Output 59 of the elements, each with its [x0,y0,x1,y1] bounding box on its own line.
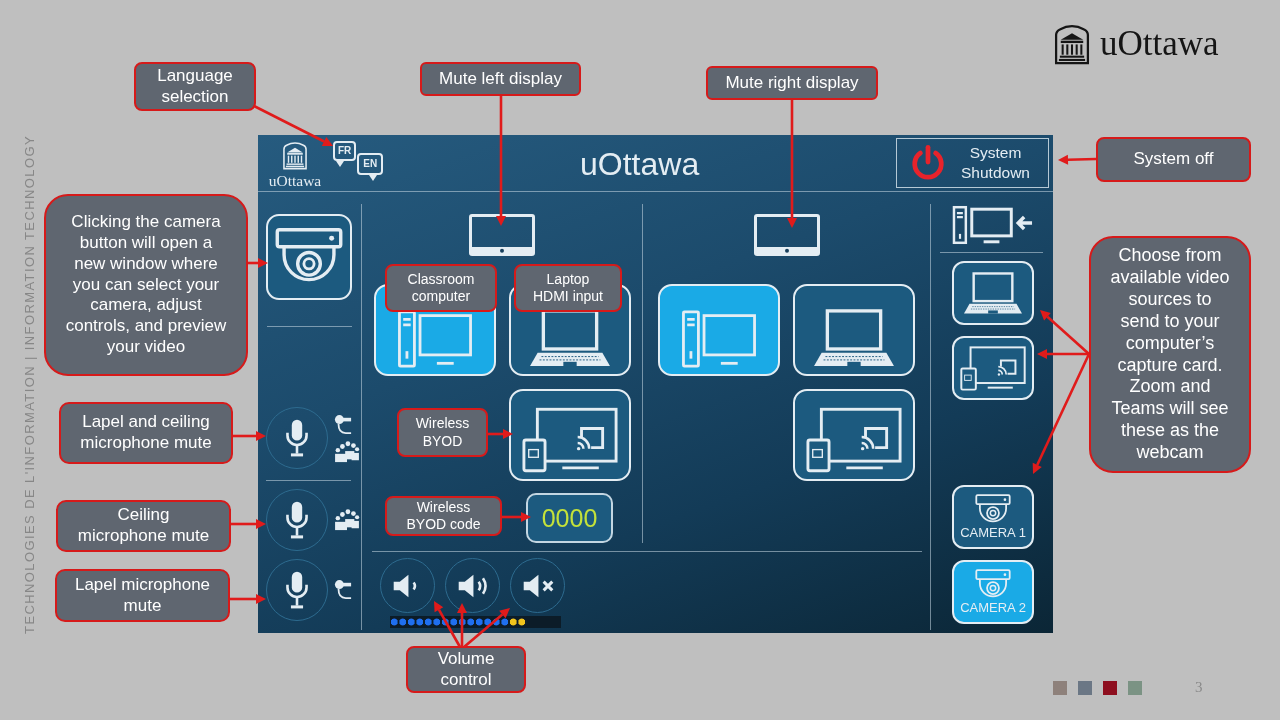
screen-cast-icon [960,345,1026,391]
screen-cast-icon [521,407,618,473]
pointer-arrow [230,594,266,604]
callout: Lapel microphone mute [55,569,230,622]
laptop-button[interactable] [793,284,915,376]
callout: Ceiling microphone mute [56,500,231,552]
pointer-arrow [488,429,513,439]
power-icon [909,144,947,182]
microphone-icon [284,500,310,540]
desktop-computer-icon [396,310,473,368]
camera-button[interactable]: CAMERA 1 [952,485,1034,549]
callout: Laptop HDMI input [514,264,622,312]
audience-icon [334,440,360,463]
laptop-icon [964,271,1022,315]
logo-text: uOttawa [1100,26,1219,61]
callout: Clicking the camera button will open a new window where you can select your camera, adjust controls, and preview your video [44,194,248,376]
callout: Mute right display [706,66,878,100]
pointer-arrow [233,431,266,441]
dome-camera-icon [975,568,1011,600]
shutdown-button[interactable]: System Shutdown [896,138,1049,188]
callout: Mute left display [420,62,581,96]
lapel-microphone-icon [334,579,352,601]
wireless-button[interactable] [952,336,1034,400]
wireless-button[interactable] [508,389,631,481]
callout: Choose from available video sources to send to your computer’s capture card. Zoom and Teams will see these as the webcam [1089,236,1251,473]
logo-text: uOttawa [268,173,322,189]
wireless-button[interactable] [793,389,915,481]
lapel-microphone-icon [334,413,352,436]
callout: Lapel and ceiling microphone mute [59,402,233,464]
callout: Volume control [406,646,526,693]
display-icon [469,214,535,256]
microphone-icon [284,570,310,610]
dome-camera-icon [975,493,1011,525]
desktop-computer-icon [681,310,757,368]
building-logo-icon [282,139,308,172]
microphone-icon [284,418,310,458]
callout: Classroom computer [385,264,497,312]
pointer-arrow [248,258,268,268]
callout: Wireless BYOD [397,408,488,457]
language-button[interactable]: EN [357,153,384,181]
screen-cast-icon [806,407,902,473]
side-label: TECHNOLOGIES DE L'INFORMATION | INFORMATION TECHNOLOGY [22,134,37,634]
pointer-arrow [502,512,531,522]
display-icon [753,214,820,256]
building-logo-icon [1053,22,1091,65]
callout: Language selection [134,62,256,111]
panel-title: uOttawa [579,144,701,183]
microphone-mute-button[interactable] [266,559,328,621]
laptop-button[interactable] [952,261,1034,325]
callout: System off [1096,137,1251,182]
camera-settings-button[interactable] [266,214,352,300]
language-button[interactable]: FR [333,141,357,167]
computer-input-icon [952,205,1035,245]
audience-icon [334,509,360,531]
pointer-arrow [1058,154,1097,165]
callout: Wireless BYOD code [385,496,502,536]
pointer-arrow [231,519,266,529]
laptop-icon [814,309,894,368]
byod-code: 0000 [526,493,613,543]
